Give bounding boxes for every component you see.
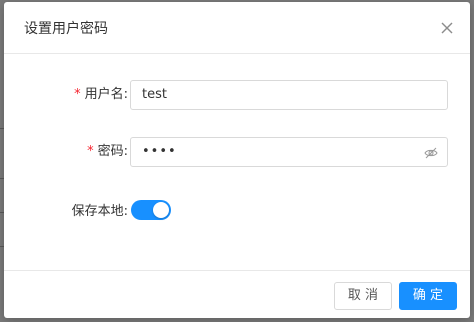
username-label-text: 用户名:: [84, 87, 128, 102]
save-local-switch[interactable]: [131, 200, 171, 220]
switch-knob: [153, 202, 169, 218]
password-label-text: 密码:: [97, 144, 128, 159]
password-label: * 密码:: [87, 137, 128, 167]
username-label: * 用户名:: [74, 80, 128, 110]
ok-button[interactable]: 确 定: [399, 282, 457, 310]
password-value: ••••: [142, 144, 177, 159]
eye-slash-icon[interactable]: [424, 145, 438, 159]
password-input[interactable]: ••••: [130, 137, 448, 167]
save-local-row: 保存本地:: [4, 197, 470, 227]
save-local-label: 保存本地:: [71, 204, 128, 219]
password-row: * 密码: ••••: [4, 137, 470, 167]
username-value: test: [142, 87, 167, 102]
dialog-footer: 取 消 确 定: [4, 270, 470, 318]
set-password-dialog: 设置用户密码 * 用户名: test * 密码: •••• 保存本地: 取 消 …: [4, 2, 470, 318]
cancel-button[interactable]: 取 消: [334, 282, 392, 310]
username-row: * 用户名: test: [4, 80, 470, 110]
required-mark: *: [87, 144, 94, 159]
required-mark: *: [74, 87, 81, 102]
username-input[interactable]: test: [130, 80, 448, 110]
dialog-title: 设置用户密码: [24, 21, 108, 37]
close-icon[interactable]: [438, 19, 456, 37]
dialog-header: 设置用户密码: [4, 2, 470, 54]
